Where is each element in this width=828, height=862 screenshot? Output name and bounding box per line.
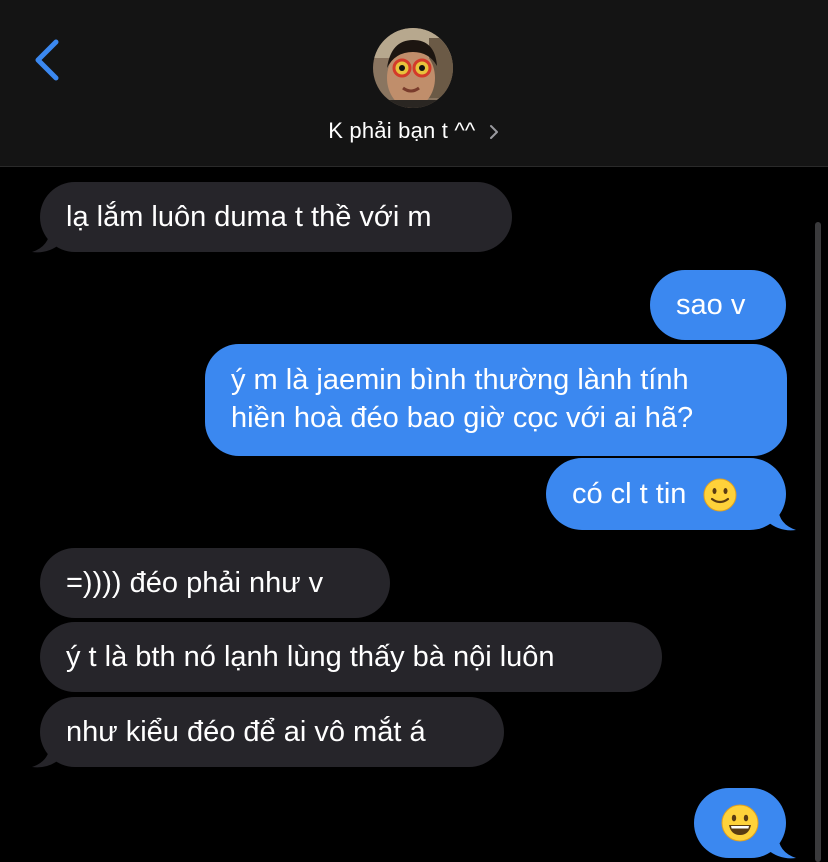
avatar-photo <box>373 28 453 108</box>
message-text: như kiểu đéo để ai vô mắt á <box>66 716 426 748</box>
message-text: sao v <box>676 289 746 321</box>
contact-name: K phải bạn t ^^ <box>328 118 476 143</box>
message-text: có cl t tin <box>572 478 687 510</box>
message-bubble-received[interactable]: lạ lắm luôn duma t thề với m <box>40 182 512 252</box>
scrollbar[interactable] <box>815 222 821 862</box>
message-text-line: ý m là jaemin bình thường lành tính <box>231 364 689 396</box>
message-text-line: hiền hoà đéo bao giờ cọc với ai hã? <box>231 402 694 434</box>
message-bubble-received[interactable]: =)))) đéo phải như v <box>40 548 390 618</box>
slightly-smiling-face-icon <box>703 478 736 512</box>
message-bubble-received[interactable]: như kiểu đéo để ai vô mắt á <box>40 697 504 767</box>
contact-avatar[interactable] <box>373 28 453 108</box>
message-text: =)))) đéo phải như v <box>66 567 324 599</box>
message-text: ý t là bth nó lạnh lùng thấy bà nội luôn <box>66 641 555 673</box>
bubble-tail <box>768 834 796 859</box>
message-bubble-sent[interactable]: có cl t tin <box>546 458 786 530</box>
grinning-face-icon <box>721 804 759 842</box>
bubble-tail <box>32 228 60 253</box>
message-bubble-sent[interactable]: ý m là jaemin bình thường lành tính hiền… <box>205 344 787 456</box>
back-button[interactable] <box>28 36 68 84</box>
bubble-tail <box>32 743 60 768</box>
message-bubble-sent[interactable]: sao v <box>650 270 786 340</box>
message-bubble-received[interactable]: ý t là bth nó lạnh lùng thấy bà nội luôn <box>40 622 662 692</box>
contact-name-button[interactable]: K phải bạn t ^^ <box>0 118 828 144</box>
chevron-right-icon <box>489 125 498 140</box>
conversation-header: K phải bạn t ^^ <box>0 0 828 167</box>
chevron-left-icon <box>35 39 59 81</box>
message-text: lạ lắm luôn duma t thề với m <box>66 201 432 233</box>
bubble-tail <box>768 506 796 531</box>
